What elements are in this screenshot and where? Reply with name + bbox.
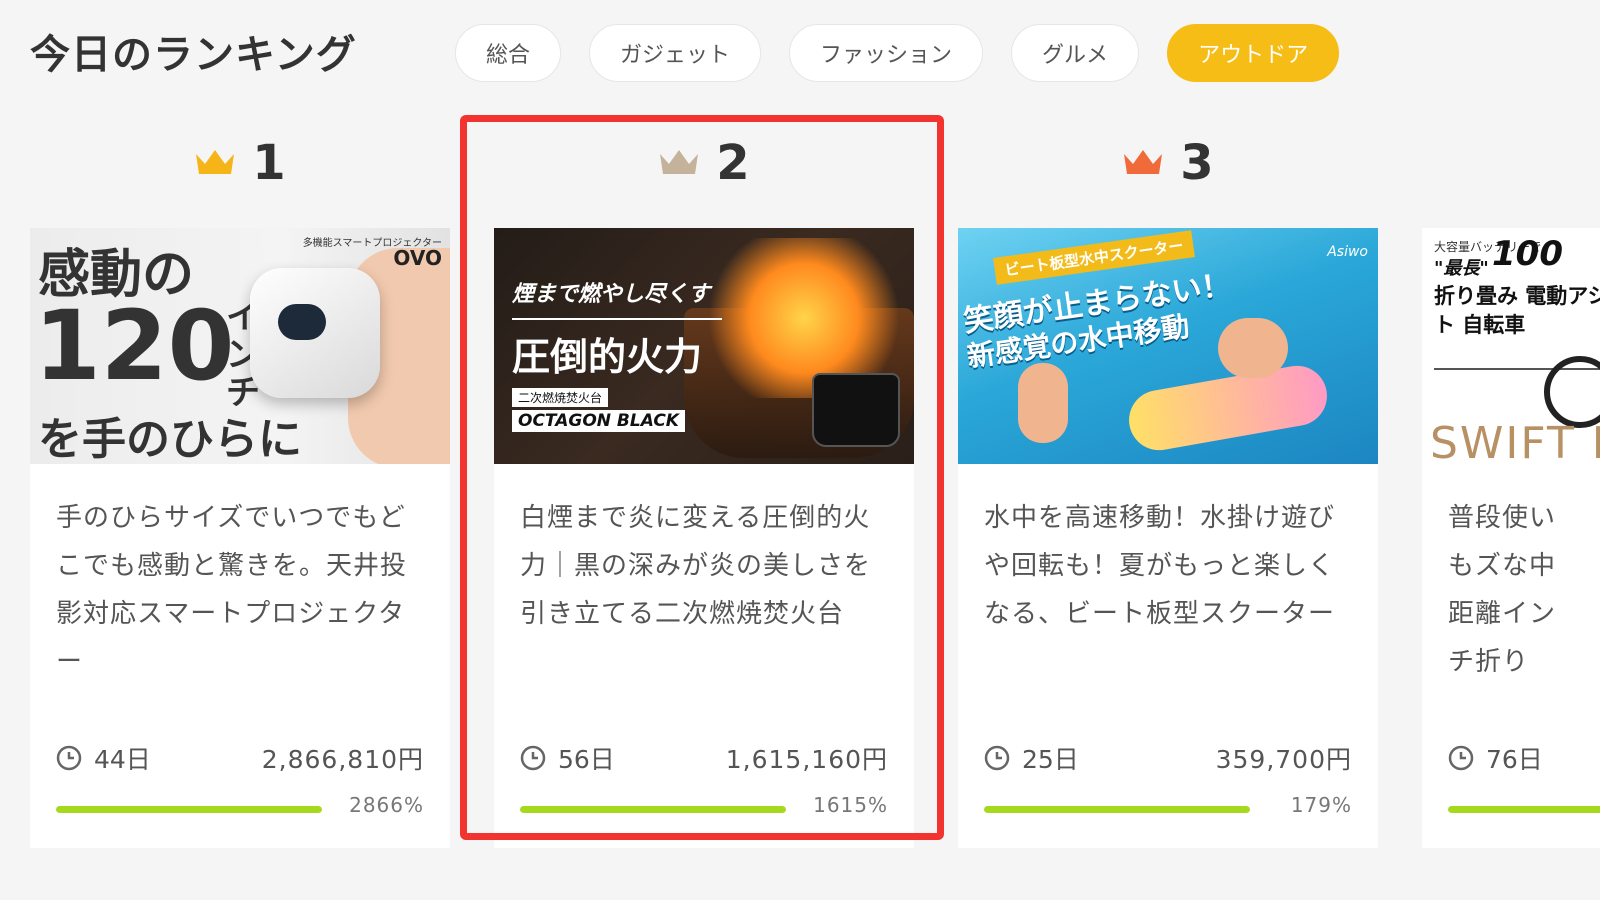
project-description[interactable]: 手のひらサイズでいつでもどこでも感動と驚きを。天井投影対応スマートプロジェクター (56, 494, 424, 686)
rank-number: 3 (1180, 135, 1214, 191)
ranking-column-4: 大容量バッテリーで "最長" 100 折り畳み 電動アシスト 自転車 SWIFT… (1422, 0, 1600, 900)
progress-bar (520, 806, 786, 813)
brand-logo: Asiwo (1327, 244, 1368, 260)
progress-bar (984, 806, 1250, 813)
days-left: 44日 (94, 745, 151, 774)
project-card[interactable]: 煙まで燃やし尽くす 圧倒的火力 二次燃焼焚火台 OCTAGON BLACK 白煙… (494, 228, 914, 848)
project-description[interactable]: 普段使いもズな中距離インチ折り (1448, 494, 1578, 686)
progress-bar (1448, 806, 1600, 813)
thumb-text: SWIFT H (1430, 418, 1600, 464)
clock-icon (1448, 745, 1474, 771)
funding-amount: 2,866,810円 (261, 745, 424, 774)
clock-icon (56, 745, 82, 771)
rank-number: 1 (252, 135, 286, 191)
progress-fill (1448, 806, 1600, 813)
clock-icon (520, 745, 546, 771)
projector-image (250, 268, 380, 398)
project-meta: 44日 2,866,810円 (56, 740, 424, 776)
crown-bronze-icon (1122, 148, 1164, 178)
funding-percent: 2866% (349, 793, 424, 817)
progress-bar (56, 806, 322, 813)
thumb-text: 100 (1492, 234, 1563, 274)
rank-header: 2 (494, 133, 914, 193)
funding-percent: 179% (1290, 793, 1352, 817)
project-card[interactable]: 感動の 120 インチ を手のひらに 多機能スマートプロジェクター OVO 手の… (30, 228, 450, 848)
rank-header: 3 (958, 133, 1378, 193)
project-description[interactable]: 水中を高速移動！水掛け遊びや回転も！夏がもっと楽しくなる、ビート板型スクーター (984, 494, 1352, 638)
brand-logo: OVO (393, 246, 442, 270)
clock-icon (984, 745, 1010, 771)
rank-header: 1 (30, 133, 450, 193)
ranking-column-1: 1 感動の 120 インチ を手のひらに 多機能スマートプロジェクター OVO … (30, 0, 450, 900)
project-description[interactable]: 白煙まで炎に変える圧倒的火力｜黒の深みが炎の美しさを引き立てる二次燃焼焚火台 (520, 494, 888, 638)
stove-image (812, 373, 900, 447)
funding-percent: 1615% (813, 793, 888, 817)
project-meta: 76日 (1448, 740, 1600, 776)
thumb-text: 二次燃焼焚火台 (512, 388, 609, 407)
project-meta: 25日 359,700円 (984, 740, 1352, 776)
ranking-column-3: 3 ビート板型水中スクーター Asiwo 笑顔が止まらない！ 新感覚の水中移動 … (958, 0, 1378, 900)
days-left: 76日 (1486, 745, 1543, 774)
crown-gold-icon (194, 148, 236, 178)
project-thumbnail[interactable]: ビート板型水中スクーター Asiwo 笑顔が止まらない！ 新感覚の水中移動 (958, 228, 1378, 464)
thumb-text: OCTAGON BLACK (512, 410, 685, 432)
thumb-text: "最長" (1434, 258, 1489, 279)
progress-fill (56, 806, 322, 813)
project-thumbnail[interactable]: 煙まで燃やし尽くす 圧倒的火力 二次燃焼焚火台 OCTAGON BLACK (494, 228, 914, 464)
project-meta: 56日 1,615,160円 (520, 740, 888, 776)
days-left: 25日 (1022, 745, 1079, 774)
child-image (1018, 363, 1068, 443)
project-thumbnail[interactable]: 大容量バッテリーで "最長" 100 折り畳み 電動アシスト 自転車 SWIFT… (1422, 228, 1600, 464)
kickboard-image (1124, 361, 1332, 455)
ranking-column-2: 2 煙まで燃やし尽くす 圧倒的火力 二次燃焼焚火台 OCTAGON BLACK … (494, 0, 914, 900)
child-image (1218, 318, 1288, 378)
rank-number: 2 (716, 135, 750, 191)
thumb-text: 折り畳み 電動アシスト 自転車 (1434, 284, 1600, 337)
progress-fill (984, 806, 1250, 813)
project-card[interactable]: 大容量バッテリーで "最長" 100 折り畳み 電動アシスト 自転車 SWIFT… (1422, 228, 1600, 848)
funding-amount: 1,615,160円 (725, 745, 888, 774)
funding-amount: 359,700円 (1215, 745, 1352, 774)
progress-fill (520, 806, 786, 813)
thumb-text: を手のひらに (38, 414, 302, 464)
thumb-text: 120 (34, 290, 235, 402)
crown-silver-icon (658, 148, 700, 178)
days-left: 56日 (558, 745, 615, 774)
project-card[interactable]: ビート板型水中スクーター Asiwo 笑顔が止まらない！ 新感覚の水中移動 水中… (958, 228, 1378, 848)
thumb-text: 煙まで燃やし尽くす (512, 282, 711, 307)
project-thumbnail[interactable]: 感動の 120 インチ を手のひらに 多機能スマートプロジェクター OVO (30, 228, 450, 464)
thumb-text: 圧倒的火力 (512, 335, 703, 379)
